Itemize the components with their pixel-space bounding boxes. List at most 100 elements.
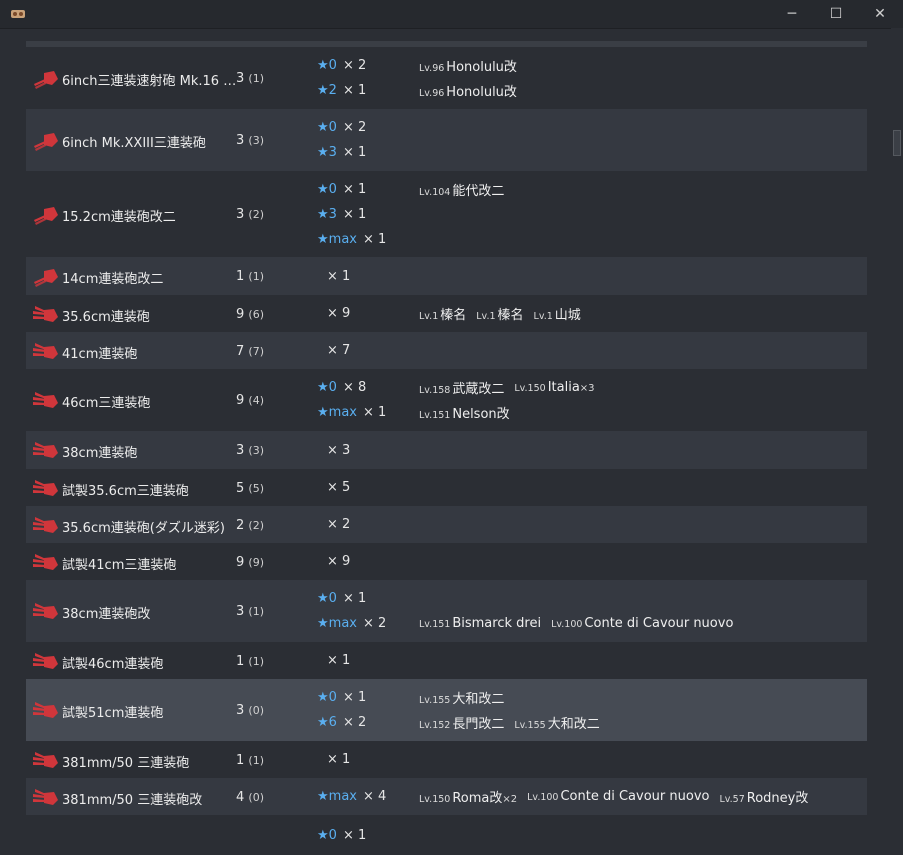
app-icon [11,10,25,18]
count-total: 1 [236,752,249,768]
small-gun-icon [32,67,60,89]
count-total: 3 [236,133,249,148]
equipment-row[interactable]: 46cm三連装砲 9 (4) ★0 × 8 Lv.158 武蔵改二 Lv.150 Italia… [26,369,867,431]
count-total: 1 [236,653,249,669]
quantity: × 9 [327,554,351,569]
large-gun-icon [32,303,60,325]
ship-level: Lv.1 [533,311,553,322]
count-total: 3 [236,604,249,619]
equipment-row[interactable]: 381mm/50 三連装砲改 4 (0) ★max × 4 Lv.150 Roma改×2 L… [26,778,867,815]
ship-name: Honolulu改 [446,85,517,100]
ship-entry[interactable]: Lv.151 Bismarck drei [419,616,541,631]
quantity: × 1 [327,653,351,668]
equipment-row[interactable]: 試製46cm連装砲 1 (1) × 1 [26,642,867,679]
improvement-level-line: ★max × 1 [317,400,386,425]
large-gun-icon [32,699,60,721]
ship-level: Lv.152 [419,720,451,731]
equipment-count: 3 (2) [236,207,264,222]
ship-entry[interactable]: Lv.104 能代改二 [419,180,504,199]
ship-entry[interactable]: Lv.155 大和改二 [514,713,599,732]
ship-entry[interactable]: Lv.96 Honolulu改 [419,81,517,100]
count-unequipped: (9) [248,555,264,569]
large-gun-icon [32,439,60,461]
count-unequipped: (0) [248,790,264,804]
equipment-row[interactable]: 38cm連装砲改 3 (1) ★0 × 1 ★max × 2 Lv.151 Bismarck … [26,580,867,642]
equipment-row[interactable]: 15.2cm連装砲改二 3 (2) ★0 × 1 Lv.104 能代改二 ★3 × 1 ★max… [26,171,867,257]
equipment-count: 5 (5) [236,481,264,496]
equipment-row[interactable]: 6inch Mk.XXIII三連装砲 3 (3) ★0 × 2 ★3 × 1 [26,109,867,171]
ship-level: Lv.1 [476,311,496,322]
ship-entry[interactable]: Lv.155 大和改二 [419,688,504,707]
quantity: × 1 [327,268,351,284]
ship-entry[interactable]: Lv.100 Conte di Cavour nuovo [527,789,709,804]
improvement-level-line: ★0 × 2 [317,53,366,78]
equipment-row[interactable]: ★0 × 1 [26,815,867,855]
ship-entry[interactable]: Lv.150 Roma改×2 [419,787,517,806]
equipment-row[interactable]: 35.6cm連装砲(ダズル迷彩) 2 (2) × 2 [26,506,867,543]
equipment-row[interactable]: 14cm連装砲改二 1 (1) × 1 [26,257,867,295]
count-unequipped: (2) [248,518,264,532]
scrollbar[interactable] [891,28,903,836]
ship-entry[interactable]: Lv.100 Conte di Cavour nuovo [551,616,733,631]
improvement-level-line: × 9 [317,549,350,574]
ship-name: 山城 [554,308,581,323]
equipment-count: 2 (2) [236,518,264,533]
improvement-level-line: ★max × 1 [317,227,386,252]
quantity: × 5 [327,480,351,495]
equipment-name: 試製41cm三連装砲 [62,557,177,573]
equipment-row[interactable]: 試製35.6cm三連装砲 5 (5) × 5 [26,469,867,506]
maximize-button[interactable]: ☐ [814,0,858,28]
count-unequipped: (3) [248,134,264,147]
quantity: × 2 [362,616,387,631]
equipment-count: 1 (1) [236,753,264,768]
ship-name: 榛名 [497,308,524,323]
quantity: × 1 [327,752,351,767]
equipment-row[interactable]: 6inch三連装速射砲 Mk.16 … 3 (1) ★0 × 2 Lv.96 Honolu… [26,47,867,109]
ship-entry[interactable]: Lv.96 Honolulu改 [419,56,517,75]
star-level: ★max [317,405,357,420]
quantity: × 1 [342,827,367,843]
minimize-button[interactable]: ─ [770,0,814,28]
close-button[interactable]: ✕ [858,0,902,28]
ship-entry[interactable]: Lv.151 Nelson改 [419,403,510,422]
quantity: × 1 [342,181,367,197]
small-gun-icon [32,265,60,287]
ship-entry[interactable]: Lv.57 Rodney改 [719,787,808,806]
equipment-row[interactable]: 35.6cm連装砲 9 (6) × 9 Lv.1 榛名 Lv.1 榛名 Lv.1 山城 [26,295,867,332]
quantity: × 1 [342,690,367,705]
large-gun-icon [32,477,60,499]
star-level: ★3 [317,145,337,160]
equipment-count: 1 (1) [236,654,264,669]
star-level: ★0 [317,120,337,135]
equipment-row[interactable]: 38cm連装砲 3 (3) × 3 [26,431,867,469]
improvement-level-line: ★0 × 1 [317,586,366,611]
quantity: × 1 [342,145,367,160]
ship-level: Lv.155 [514,720,546,731]
equipment-row[interactable]: 41cm連装砲 7 (7) × 7 [26,332,867,369]
equipment-row[interactable]: 試製51cm連装砲 3 (0) ★0 × 1 Lv.155 大和改二 ★6 × 2 Lv.152… [26,679,867,741]
equipment-list: 6inch三連装速射砲 Mk.16 … 3 (1) ★0 × 2 Lv.96 Honolu… [26,41,867,843]
equipment-row[interactable]: 381mm/50 三連装砲 1 (1) × 1 [26,741,867,778]
equipment-name: 38cm連装砲改 [62,607,151,622]
equipped-ships: Lv.158 武蔵改二 Lv.150 Italia×3 [419,375,605,400]
scrollbar-thumb[interactable] [893,130,901,156]
count-total: 9 [236,554,249,570]
improvement-level-line: × 5 [317,475,350,500]
large-gun-icon [32,600,60,622]
ship-entry[interactable]: Lv.150 Italia×3 [514,380,594,395]
ship-entry[interactable]: Lv.152 長門改二 [419,713,504,732]
ship-entry[interactable]: Lv.1 山城 [534,304,581,323]
ship-entry[interactable]: Lv.1 榛名 [476,304,523,323]
count-total: 9 [236,393,249,408]
ship-entry[interactable]: Lv.1 榛名 [419,304,466,323]
improvement-level-line: ★6 × 2 [317,710,366,735]
equipment-name: 試製35.6cm三連装砲 [62,483,189,499]
improvement-level-line: ★0 × 2 [317,115,366,140]
equipment-name: 35.6cm連装砲(ダズル迷彩) [62,520,225,536]
quantity: × 1 [342,83,367,98]
ship-level: Lv.104 [419,186,451,198]
ship-entry[interactable]: Lv.158 武蔵改二 [419,378,504,397]
equipment-count: 4 (0) [236,790,264,805]
equipped-ships: Lv.96 Honolulu改 [419,78,527,103]
equipment-row[interactable]: 試製41cm三連装砲 9 (9) × 9 [26,543,867,580]
